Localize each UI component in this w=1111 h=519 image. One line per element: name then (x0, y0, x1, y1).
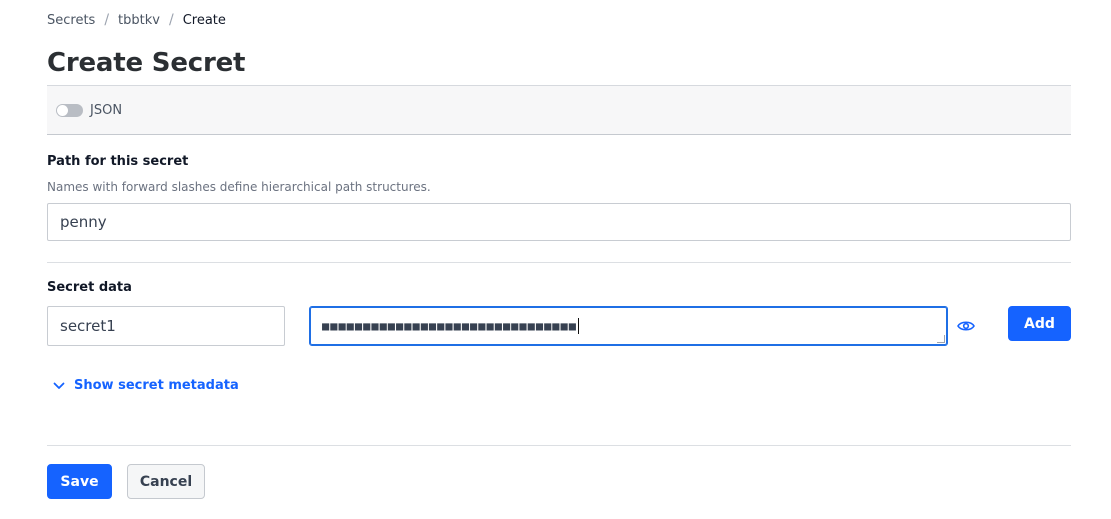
breadcrumb-current: Create (182, 12, 226, 28)
toggle-knob (57, 104, 68, 116)
breadcrumb: Secrets / tbbtkv / Create (47, 12, 226, 28)
page-title: Create Secret (47, 48, 246, 78)
json-toggle-switch[interactable] (56, 103, 83, 117)
secret-value-input[interactable]: ■■■■■■■■■■■■■■■■■■■■■■■■■■■■■■■ (309, 306, 948, 346)
breadcrumb-separator: / (104, 12, 110, 28)
path-label: Path for this secret (47, 154, 189, 169)
secret-value-masked: ■■■■■■■■■■■■■■■■■■■■■■■■■■■■■■■ (322, 319, 577, 333)
secret-data-label: Secret data (47, 280, 132, 295)
show-metadata-label: Show secret metadata (74, 378, 239, 393)
path-help-text: Names with forward slashes define hierar… (47, 180, 431, 194)
divider (47, 445, 1071, 446)
show-metadata-link[interactable]: Show secret metadata (53, 378, 239, 393)
breadcrumb-secrets[interactable]: Secrets (47, 13, 95, 28)
json-toggle-bar: JSON (47, 85, 1071, 135)
eye-icon[interactable] (957, 318, 975, 332)
text-caret (577, 318, 579, 334)
secret-key-input[interactable]: secret1 (47, 306, 285, 346)
path-input[interactable]: penny (47, 203, 1071, 241)
divider (47, 262, 1071, 263)
breadcrumb-separator: / (168, 12, 174, 28)
chevron-down-icon (53, 382, 65, 389)
save-button[interactable]: Save (47, 464, 112, 499)
add-button[interactable]: Add (1008, 306, 1071, 341)
breadcrumb-tbbtkv[interactable]: tbbtkv (118, 13, 160, 28)
json-toggle-label[interactable]: JSON (90, 103, 122, 118)
resize-handle[interactable] (937, 335, 945, 343)
cancel-button[interactable]: Cancel (127, 464, 205, 499)
